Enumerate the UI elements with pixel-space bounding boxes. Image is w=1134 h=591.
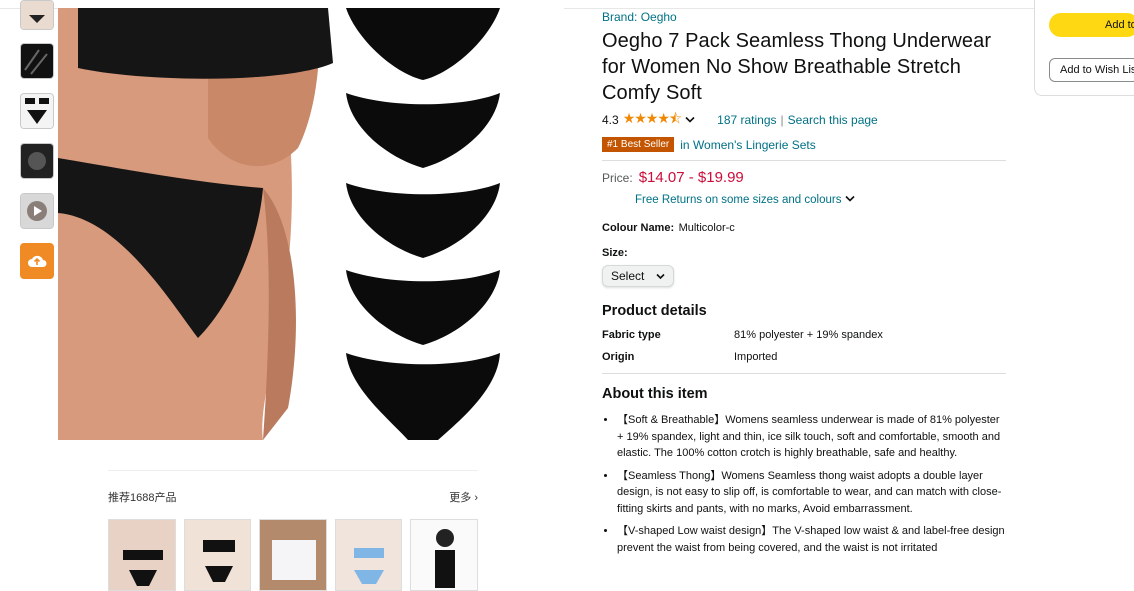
chevron-down-icon[interactable]	[685, 113, 695, 127]
video-thumbnail[interactable]	[20, 193, 54, 229]
best-seller-category-link[interactable]: in Women's Lingerie Sets	[680, 138, 815, 152]
product-details-heading: Product details	[602, 303, 707, 319]
thumbnail-strip	[20, 0, 54, 293]
free-returns-link[interactable]: Free Returns on some sizes and colours	[635, 194, 1006, 206]
colour-label: Colour Name:	[602, 222, 675, 234]
add-to-wishlist-label: Add to Wish List	[1060, 64, 1134, 76]
list-item: 【Soft & Breathable】Womens seamless under…	[617, 412, 1006, 462]
list-item: 【Seamless Thong】Womens Seamless thong wa…	[617, 468, 1006, 518]
chevron-down-icon	[845, 195, 855, 202]
recommended-product[interactable]	[108, 519, 176, 591]
add-to-cart-label: Add to	[1105, 19, 1134, 31]
size-select[interactable]: Select	[602, 265, 674, 287]
free-returns-text: Free Returns on some sizes and colours	[635, 194, 842, 206]
recommendations-title: 推荐1688产品	[108, 492, 177, 504]
chevron-down-icon	[656, 273, 665, 280]
price-row: Price: $14.07 - $19.99	[602, 169, 1006, 186]
list-item: 【V-shaped Low waist design】The V-shaped …	[617, 523, 1006, 556]
rating-row: 4.3 ★★★★⯪ 187 ratings | Search this page	[602, 108, 1006, 132]
rating-value: 4.3	[602, 113, 619, 127]
star-rating-icon[interactable]: ★★★★⯪	[623, 108, 682, 132]
add-to-cart-button[interactable]: Add to	[1049, 13, 1134, 37]
separator: |	[780, 113, 784, 127]
size-label: Size:	[602, 247, 628, 259]
best-seller-badge[interactable]: #1 Best Seller	[602, 137, 675, 152]
price-label: Price:	[602, 171, 633, 185]
thumbnail-image[interactable]	[20, 0, 54, 30]
thumbnail-image[interactable]	[20, 93, 54, 129]
cloud-upload-icon[interactable]	[20, 243, 54, 279]
thumbnail-image[interactable]	[20, 143, 54, 179]
search-page-link[interactable]: Search this page	[788, 113, 878, 127]
detail-value: 81% polyester + 19% spandex	[734, 329, 883, 341]
colour-row: Colour Name: Multicolor-c	[602, 218, 1006, 236]
brand-link[interactable]: Brand: Oegho	[602, 10, 1006, 24]
product-info: Brand: Oegho Oegho 7 Pack Seamless Thong…	[602, 10, 1006, 562]
buy-box: Add to Add to Wish List	[1034, 0, 1134, 96]
recommendations-panel: 推荐1688产品 更多 ›	[108, 470, 478, 591]
recommended-product[interactable]	[259, 519, 327, 591]
detail-value: Imported	[734, 351, 778, 363]
divider	[602, 373, 1006, 374]
detail-row: Fabric type 81% polyester + 19% spandex	[602, 329, 1006, 341]
about-heading: About this item	[602, 386, 708, 402]
best-seller-row: #1 Best Seller in Women's Lingerie Sets	[602, 137, 1006, 152]
more-link[interactable]: 更多 ›	[449, 489, 478, 505]
detail-row: Origin Imported	[602, 351, 1006, 363]
add-to-wishlist-button[interactable]: Add to Wish List	[1049, 58, 1134, 82]
recommended-product[interactable]	[183, 519, 252, 591]
detail-key: Origin	[602, 351, 635, 363]
about-bullets: 【Soft & Breathable】Womens seamless under…	[602, 412, 1006, 556]
price-value: $14.07 - $19.99	[638, 169, 744, 186]
thumbnail-image[interactable]	[20, 43, 54, 79]
product-title: Oegho 7 Pack Seamless Thong Underwear fo…	[602, 30, 992, 104]
recommended-product[interactable]	[334, 519, 403, 591]
main-product-image[interactable]	[58, 8, 564, 440]
ratings-count-link[interactable]: 187 ratings	[717, 113, 776, 127]
colour-value: Multicolor-c	[678, 222, 735, 234]
recommended-product[interactable]	[410, 519, 478, 591]
detail-key: Fabric type	[602, 329, 661, 341]
size-select-value: Select	[611, 269, 645, 283]
divider	[602, 160, 1006, 161]
